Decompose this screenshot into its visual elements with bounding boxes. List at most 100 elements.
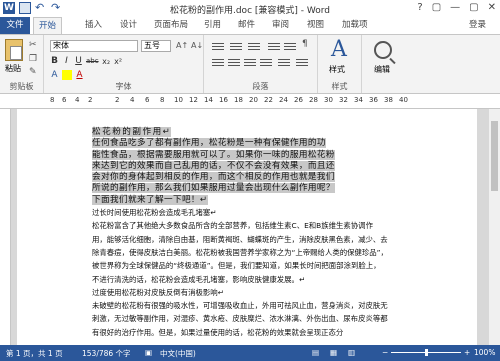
web-layout-icon[interactable]: ▥ — [348, 348, 355, 357]
zoom-slider-thumb[interactable] — [425, 349, 428, 356]
tab-insert[interactable]: 插入 — [85, 17, 102, 34]
ruler-tick: 38 — [384, 96, 393, 104]
subscript-button[interactable]: x₂ — [102, 56, 111, 67]
tab-file[interactable]: 文件 — [0, 17, 30, 34]
close-icon[interactable]: ✕ — [488, 2, 496, 13]
align-center-icon[interactable] — [228, 57, 240, 67]
ribbon-display-icon[interactable]: ▢ — [432, 2, 441, 13]
language-indicator[interactable]: 中文(中国) — [160, 348, 196, 359]
ruler-tick: 30 — [324, 96, 333, 104]
selected-line[interactable]: 松花粉的副作用↵ — [92, 127, 432, 138]
maximize-icon[interactable]: ▢ — [469, 2, 478, 13]
tab-addins[interactable]: 加载项 — [342, 17, 368, 34]
tab-mailings[interactable]: 邮件 — [238, 17, 255, 34]
align-left-icon[interactable] — [212, 57, 224, 67]
help-icon[interactable]: ? — [417, 2, 422, 13]
tab-design[interactable]: 设计 — [120, 17, 137, 34]
underline-button[interactable]: U — [74, 56, 83, 67]
show-marks-icon[interactable]: ¶ — [302, 40, 313, 49]
selected-line[interactable]: 下面我们就来了解一下吧！↵ — [92, 194, 432, 206]
vertical-ruler[interactable] — [0, 109, 11, 345]
ruler-tick: 6 — [62, 96, 67, 104]
proofing-icon[interactable]: ▣ — [145, 348, 152, 357]
decrease-indent-icon[interactable] — [268, 41, 280, 51]
ruler-tick: 8 — [160, 96, 165, 104]
text-effects-button[interactable]: A — [50, 70, 59, 81]
tab-view[interactable]: 视图 — [307, 17, 324, 34]
read-mode-icon[interactable]: ▤ — [312, 348, 319, 357]
body-line[interactable]: 除青春痘，使得皮肤洁白美丽。松花粉被我国营养学家称之为“上帝赐给人类的保健珍品”… — [92, 246, 432, 259]
cut-icon[interactable]: ✂ — [29, 41, 40, 50]
format-painter-icon[interactable]: ✎ — [29, 68, 40, 77]
ruler-tick: 40 — [399, 96, 408, 104]
paste-icon[interactable] — [5, 39, 23, 61]
tab-review[interactable]: 审阅 — [272, 17, 289, 34]
zoom-in-button[interactable]: + — [464, 348, 470, 357]
shrink-font-icon[interactable]: A↓ — [191, 41, 203, 50]
align-right-icon[interactable] — [244, 57, 256, 67]
paragraph-group-label: 段落 — [252, 82, 269, 91]
selected-line[interactable]: 能性食品，根据需要服用就可以了。如果你一味的服用松花粉 — [92, 149, 432, 161]
ruler-tick: 12 — [189, 96, 198, 104]
editing-group: 编辑 — [362, 35, 406, 93]
selected-line[interactable]: 来达到它的效果而自己乱用的话，不仅不会没有效果，而且还 — [92, 160, 432, 172]
paste-button[interactable]: 粘贴 — [5, 63, 21, 74]
body-line[interactable]: 未破壁的松花粉有很强的吸水性，可增强吸收血止，外用可祛风止血，营身消炎，对皮肤无 — [92, 299, 432, 312]
document-text[interactable]: 松花粉的副作用↵ 任何食品吃多了都有副作用，松花粉是一种有保健作用的功 能性食品… — [92, 127, 432, 339]
ruler-tick: 6 — [145, 96, 150, 104]
page-count[interactable]: 第 1 页，共 1 页 — [6, 348, 63, 359]
font-name-select[interactable]: 宋体 — [50, 40, 138, 52]
zoom-level[interactable]: 100% — [474, 348, 495, 357]
ruler-tick: 26 — [294, 96, 303, 104]
title-bar: W ↶ ↷ 松花粉的副作用.doc [兼容模式] - Word ? ▢ — ▢ … — [0, 0, 500, 17]
superscript-button[interactable]: x² — [114, 56, 123, 67]
selected-line[interactable]: 所说的副作用，那么我们如果服用过量会出现什么副作用呢？ — [92, 183, 432, 194]
grow-font-icon[interactable]: A↑ — [176, 41, 188, 50]
zoom-out-button[interactable]: − — [382, 348, 388, 357]
scrollbar-thumb[interactable] — [491, 121, 498, 191]
word-count[interactable]: 153/786 个字 — [82, 348, 131, 359]
shading-icon[interactable] — [296, 57, 308, 67]
increase-indent-icon[interactable] — [284, 41, 296, 51]
ruler-tick: 24 — [279, 96, 288, 104]
styles-button[interactable]: 样式 — [329, 64, 345, 75]
login-link[interactable]: 登录 — [469, 17, 486, 34]
tab-home[interactable]: 开始 — [33, 17, 63, 34]
body-line[interactable]: 松花粉富含了其他绝大多数食品所含的全部营养，包括维生素C、E和B族维生素协调作 — [92, 219, 432, 232]
horizontal-ruler[interactable]: 8 6 4 2 2 4 6 8 10 12 14 16 18 20 22 24 … — [0, 94, 500, 109]
justify-icon[interactable] — [260, 57, 272, 67]
ruler-tick: 22 — [264, 96, 273, 104]
bullets-icon[interactable] — [212, 41, 224, 51]
numbering-icon[interactable] — [230, 41, 242, 51]
body-line[interactable]: 刺激，无过敏等副作用，对湿疹、黄水疮、皮肤糜烂、浓水淋漓、外伤出血、尿布皮炎等都 — [92, 312, 432, 325]
strikethrough-button[interactable]: abc — [86, 56, 99, 67]
selected-line[interactable]: 任何食品吃多了都有副作用，松花粉是一种有保健作用的功 — [92, 138, 432, 149]
selected-line[interactable]: 会对你的身体起到相反的作用，而这个相反的作用也就是我们 — [92, 172, 432, 183]
body-line[interactable]: 过度使用松花粉对皮肤反倒有消极影响↵ — [92, 286, 432, 299]
line-spacing-icon[interactable] — [278, 57, 290, 67]
font-color-button[interactable]: A — [75, 70, 84, 81]
styles-icon[interactable]: A — [331, 39, 347, 61]
body-line[interactable]: 被世界称为全球保健品的“终极通道”。但是，我们要知道，如果长时间把面部涂到脸上， — [92, 259, 432, 272]
color-buttons: A A — [50, 70, 84, 81]
italic-button[interactable]: I — [62, 56, 71, 67]
print-layout-icon[interactable]: ▦ — [330, 348, 337, 357]
tab-references[interactable]: 引用 — [204, 17, 221, 34]
tab-page-layout[interactable]: 页面布局 — [154, 17, 188, 34]
body-line[interactable]: 不进行清洗的话，松花粉会造成毛孔堵塞，影响皮肤健康发展。↵ — [92, 273, 432, 286]
vertical-scrollbar[interactable] — [489, 109, 500, 345]
minimize-icon[interactable]: — — [450, 2, 460, 13]
body-line[interactable]: 用，能够活化细胞，清除自由基，阻断黄褐斑、蝴蝶斑的产生，消除皮肤黑色素，减少、去 — [92, 233, 432, 246]
editing-button[interactable]: 编辑 — [374, 64, 390, 75]
find-icon[interactable] — [374, 41, 392, 59]
document-page[interactable]: 松花粉的副作用↵ 任何食品吃多了都有副作用，松花粉是一种有保健作用的功 能性食品… — [17, 109, 477, 345]
multilevel-list-icon[interactable] — [248, 41, 260, 51]
bold-button[interactable]: B — [50, 56, 59, 67]
copy-icon[interactable]: ❐ — [29, 55, 40, 64]
highlight-color-icon[interactable] — [62, 70, 72, 80]
ruler-tick: 4 — [75, 96, 80, 104]
body-line[interactable]: 有很好的治疗作用。但是，如果过量使用的话，松花粉的效果就会呈现正态分 — [92, 326, 432, 339]
font-size-select[interactable]: 五号 — [141, 40, 171, 52]
body-line[interactable]: 过长时间使用松花粉会造成毛孔堵塞↵ — [92, 206, 432, 219]
status-bar: 第 1 页，共 1 页 153/786 个字 ▣ 中文(中国) ▤ ▦ ▥ − … — [0, 345, 500, 361]
